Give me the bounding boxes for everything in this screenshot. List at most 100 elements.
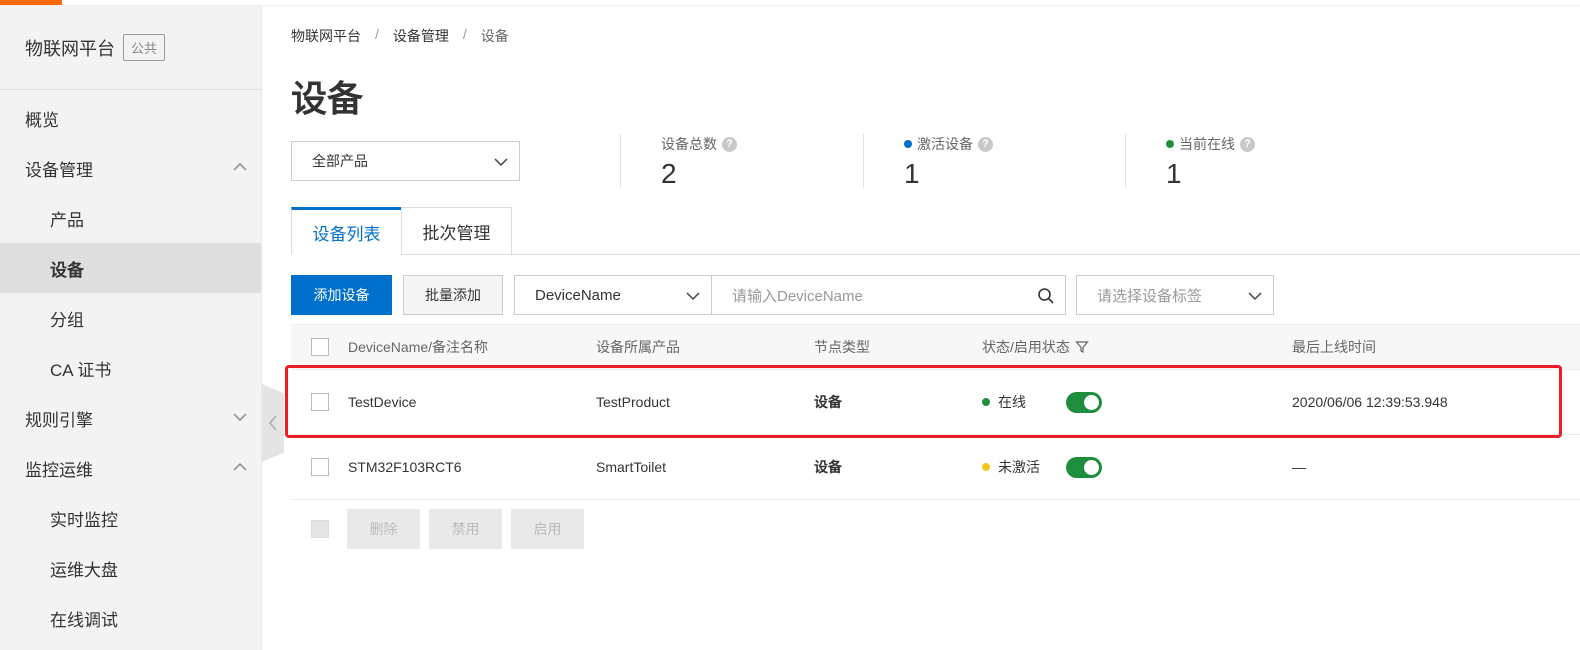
sidebar-item-device-management[interactable]: 设备管理	[0, 143, 261, 193]
enable-toggle[interactable]	[1066, 456, 1102, 478]
sidebar-item-overview[interactable]: 概览	[0, 93, 261, 143]
status-dot-icon	[904, 140, 912, 148]
tab-device-list[interactable]: 设备列表	[291, 207, 402, 255]
chevron-down-icon	[233, 413, 247, 422]
device-table: DeviceName/备注名称 设备所属产品 节点类型 状态/启用状态 最后上线…	[291, 324, 1580, 500]
sidebar-header: 物联网平台 公共	[0, 6, 261, 90]
column-header-devicename: DeviceName/备注名称	[348, 339, 489, 355]
row-checkbox[interactable]	[311, 458, 329, 476]
breadcrumb-separator: /	[462, 26, 467, 42]
tab-bar: 设备列表 批次管理	[291, 207, 1580, 255]
brand-strip	[0, 0, 62, 5]
help-icon[interactable]: ?	[722, 136, 737, 152]
help-icon[interactable]: ?	[1240, 136, 1255, 152]
device-last-online: 2020/06/06 12:39:53.948	[1292, 394, 1448, 410]
device-tag-select[interactable]: 请选择设备标签	[1076, 275, 1274, 315]
status-dot-icon	[982, 463, 990, 471]
enable-toggle[interactable]	[1066, 391, 1102, 413]
sidebar-item-online-debug[interactable]: 在线调试	[0, 593, 261, 643]
product-select-value: 全部产品	[312, 153, 368, 169]
public-badge: 公共	[123, 34, 166, 61]
device-name-link[interactable]: STM32F103RCT6	[348, 435, 462, 499]
device-product: SmartToilet	[596, 459, 667, 475]
search-icon[interactable]	[1037, 287, 1055, 305]
chevron-down-icon	[686, 292, 700, 301]
sidebar-item-rule-engine[interactable]: 规则引擎	[0, 393, 261, 443]
status-dot-icon	[982, 398, 990, 406]
device-product: TestProduct	[596, 394, 670, 410]
sidebar-item-realtime-monitor[interactable]: 实时监控	[0, 493, 261, 543]
column-header-status: 状态/启用状态	[982, 339, 1070, 355]
breadcrumb-item-device: 设备	[480, 28, 509, 44]
filter-icon[interactable]	[1075, 340, 1089, 354]
disable-button[interactable]: 禁用	[429, 509, 502, 549]
breadcrumb-item-device-management[interactable]: 设备管理	[393, 26, 449, 46]
sidebar-item-label: 监控运维	[25, 460, 93, 480]
sidebar-item-label: 实时监控	[50, 510, 118, 530]
chevron-down-icon	[1248, 292, 1262, 301]
search-placeholder: 请输入DeviceName	[732, 287, 863, 305]
stat-activated-devices: 激活设备? 1	[863, 134, 993, 188]
sidebar-item-label: 设备管理	[25, 160, 93, 180]
batch-select-checkbox[interactable]	[311, 520, 329, 538]
column-header-product: 设备所属产品	[596, 339, 680, 355]
search-input[interactable]: 请输入DeviceName	[711, 275, 1066, 315]
batch-add-button[interactable]: 批量添加	[403, 275, 503, 315]
device-status: 未激活	[998, 459, 1040, 475]
stat-value: 1	[904, 158, 920, 189]
stat-value: 1	[1166, 158, 1182, 189]
sidebar-item-device[interactable]: 设备	[0, 243, 261, 293]
sidebar-item-label: 设备	[50, 260, 84, 280]
sidebar-title: 物联网平台	[25, 38, 115, 59]
search-field-select[interactable]: DeviceName	[514, 275, 712, 315]
page-title: 设备	[291, 78, 364, 119]
tab-batch-management[interactable]: 批次管理	[401, 207, 512, 255]
sidebar-item-group[interactable]: 分组	[0, 293, 261, 343]
main-content: 物联网平台 / 设备管理 / 设备 设备 全部产品 设备总数? 2 激活设备? …	[291, 0, 1580, 650]
column-header-node-type: 节点类型	[814, 339, 870, 355]
chevron-up-icon	[233, 162, 247, 171]
sidebar-item-monitoring[interactable]: 监控运维	[0, 443, 261, 493]
sidebar-item-label: CA 证书	[50, 360, 112, 380]
breadcrumb-item-iot[interactable]: 物联网平台	[291, 26, 361, 46]
device-last-online: —	[1292, 459, 1306, 475]
enable-button[interactable]: 启用	[511, 509, 584, 549]
sidebar-item-label: 分组	[50, 310, 84, 330]
sidebar-item-label: 概览	[25, 110, 59, 130]
row-checkbox[interactable]	[311, 393, 329, 411]
breadcrumb: 物联网平台 / 设备管理 / 设备	[291, 26, 509, 46]
sidebar-item-label: 在线调试	[50, 610, 118, 630]
device-node-type: 设备	[814, 459, 842, 475]
search-field-value: DeviceName	[535, 286, 621, 304]
tag-select-placeholder: 请选择设备标签	[1097, 287, 1203, 305]
device-node-type: 设备	[814, 394, 842, 410]
delete-button[interactable]: 删除	[347, 509, 420, 549]
stat-value: 2	[661, 158, 677, 189]
stat-label: 激活设备	[917, 136, 973, 152]
sidebar-item-product[interactable]: 产品	[0, 193, 261, 243]
table-row: STM32F103RCT6 SmartToilet 设备 未激活 —	[291, 435, 1580, 500]
sidebar-item-ca-cert[interactable]: CA 证书	[0, 343, 261, 393]
product-select[interactable]: 全部产品	[291, 141, 520, 181]
stat-label: 当前在线	[1179, 136, 1235, 152]
device-name-link[interactable]: TestDevice	[348, 370, 416, 434]
chevron-up-icon	[233, 462, 247, 471]
table-row: TestDevice TestProduct 设备 在线 2020/06/06 …	[291, 370, 1580, 435]
help-icon[interactable]: ?	[978, 136, 993, 152]
stat-total-devices: 设备总数? 2	[620, 134, 737, 188]
stat-online-devices: 当前在线? 1	[1125, 134, 1255, 188]
chevron-left-icon	[269, 415, 277, 431]
sidebar: 物联网平台 公共 概览 设备管理 产品 设备 分组 CA 证书 规则引擎 监控运…	[0, 6, 262, 650]
column-header-last-online: 最后上线时间	[1292, 339, 1376, 355]
table-header: DeviceName/备注名称 设备所属产品 节点类型 状态/启用状态 最后上线…	[291, 324, 1580, 370]
device-status: 在线	[998, 394, 1026, 410]
chevron-down-icon	[494, 158, 508, 167]
add-device-button[interactable]: 添加设备	[291, 275, 392, 315]
breadcrumb-separator: /	[375, 26, 379, 42]
sidebar-collapse-handle[interactable]	[262, 384, 284, 462]
status-dot-icon	[1166, 140, 1174, 148]
stat-label: 设备总数	[661, 136, 717, 152]
sidebar-item-ops-dashboard[interactable]: 运维大盘	[0, 543, 261, 593]
select-all-checkbox[interactable]	[311, 338, 329, 356]
sidebar-item-label: 产品	[50, 210, 84, 230]
